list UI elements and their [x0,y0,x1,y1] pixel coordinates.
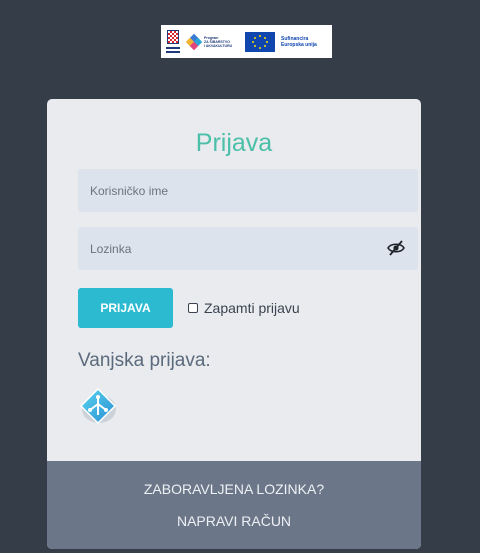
username-input[interactable] [78,169,418,212]
login-title: Prijava [195,129,273,157]
login-button[interactable]: PRIJAVA [78,288,173,328]
program-mark-icon [185,33,203,50]
eye-slash-icon[interactable] [387,239,405,257]
login-footer: ZABORAVLJENA LOZINKA? NAPRAVI RAČUN [47,461,421,549]
croatia-coat-of-arms-icon [165,29,181,54]
forgot-password-link[interactable]: ZABORAVLJENA LOZINKA? [47,481,421,497]
eu-flag-icon [245,31,275,52]
external-login-label: Vanjska prijava: [78,350,211,371]
password-input[interactable] [78,227,418,270]
program-logo: Program ZA ŠIBARSTVO I AKVAKULTURU [185,33,239,50]
register-link[interactable]: NAPRAVI RAČUN [47,513,421,529]
cofinancing-banner: Program ZA ŠIBARSTVO I AKVAKULTURU Sufin… [161,25,332,58]
login-card: Prijava PRIJAVA Zapamti prijavu Vanjska … [47,99,421,549]
remember-checkbox[interactable] [188,303,198,313]
remember-me: Zapamti prijavu [188,300,300,316]
nias-icon[interactable] [78,387,118,425]
eu-cofinancing-text: Sufinancira Europska unija [281,35,317,48]
remember-label[interactable]: Zapamti prijavu [204,300,300,316]
program-logo-text: Program ZA ŠIBARSTVO I AKVAKULTURU [204,35,233,48]
